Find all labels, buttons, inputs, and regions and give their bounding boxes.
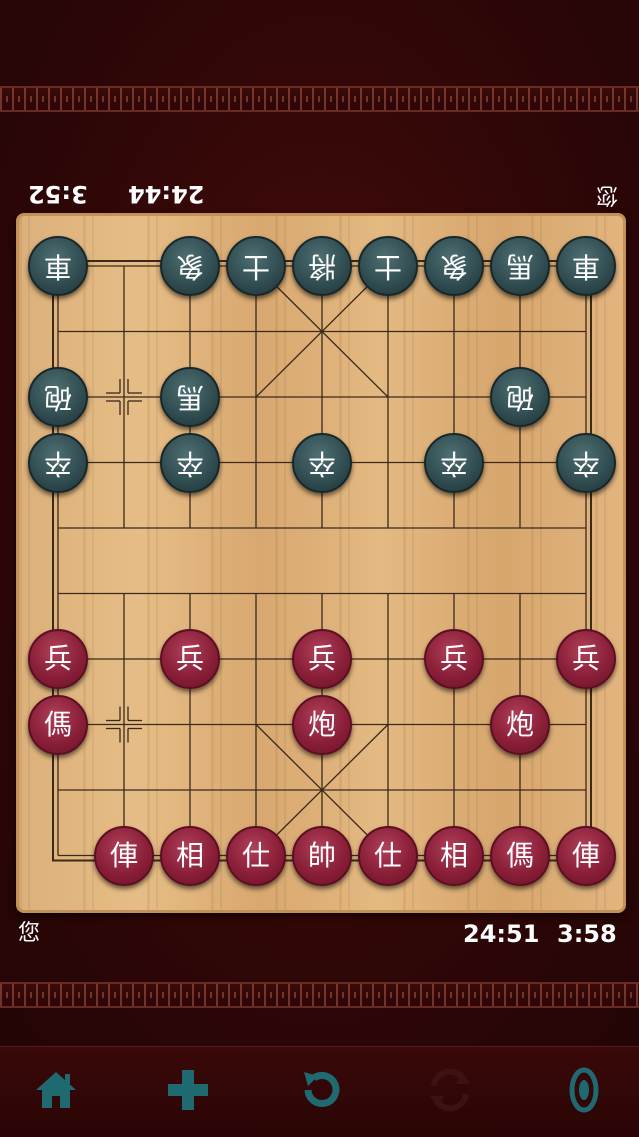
piece-glyph: 炮 bbox=[307, 707, 336, 741]
top-player-name: 您 bbox=[596, 182, 619, 207]
piece-glyph: 兵 bbox=[175, 642, 204, 675]
red-piece[interactable]: 兵 bbox=[292, 629, 352, 689]
sound-button[interactable] bbox=[552, 1060, 612, 1120]
red-piece[interactable]: 兵 bbox=[556, 629, 616, 689]
swap-icon bbox=[430, 1068, 470, 1112]
piece-glyph: 象 bbox=[439, 250, 468, 283]
black-piece[interactable]: 砲 bbox=[490, 367, 550, 427]
piece-glyph: 卒 bbox=[439, 446, 468, 480]
piece-glyph: 卒 bbox=[43, 446, 72, 480]
black-piece[interactable]: 象 bbox=[424, 236, 484, 296]
piece-glyph: 象 bbox=[175, 250, 204, 283]
black-piece[interactable]: 卒 bbox=[292, 432, 352, 493]
piece-glyph: 馬 bbox=[505, 250, 534, 283]
red-piece[interactable]: 兵 bbox=[28, 629, 88, 689]
red-piece[interactable]: 俥 bbox=[556, 825, 616, 886]
piece-glyph: 炮 bbox=[505, 707, 534, 741]
piece-glyph: 俥 bbox=[571, 838, 600, 872]
piece-glyph: 兵 bbox=[439, 642, 468, 675]
new-game-button[interactable] bbox=[158, 1060, 218, 1120]
piece-glyph: 砲 bbox=[43, 381, 72, 414]
piece-glyph: 相 bbox=[175, 838, 204, 872]
piece-glyph: 士 bbox=[373, 250, 402, 283]
bottom-move-time: 3:58 bbox=[557, 920, 617, 948]
black-piece[interactable]: 士 bbox=[358, 236, 418, 296]
red-piece[interactable]: 仕 bbox=[358, 825, 418, 886]
red-piece[interactable]: 炮 bbox=[292, 694, 352, 755]
piece-glyph: 士 bbox=[241, 250, 270, 283]
piece-glyph: 兵 bbox=[571, 642, 600, 675]
black-piece[interactable]: 士 bbox=[226, 236, 286, 296]
home-icon bbox=[36, 1072, 76, 1108]
black-piece[interactable]: 砲 bbox=[28, 367, 88, 427]
piece-glyph: 卒 bbox=[175, 446, 204, 480]
plus-icon bbox=[168, 1070, 208, 1110]
red-piece[interactable]: 帥 bbox=[292, 825, 352, 886]
black-piece[interactable]: 卒 bbox=[28, 432, 88, 493]
red-piece[interactable]: 俥 bbox=[94, 825, 154, 886]
piece-glyph: 卒 bbox=[571, 446, 600, 480]
piece-glyph: 仕 bbox=[373, 838, 402, 872]
piece-glyph: 砲 bbox=[505, 381, 534, 414]
red-piece[interactable]: 相 bbox=[424, 825, 484, 886]
bottom-total-time: 24:51 bbox=[463, 920, 540, 948]
piece-glyph: 將 bbox=[307, 250, 336, 283]
red-piece[interactable]: 仕 bbox=[226, 825, 286, 886]
piece-glyph: 帥 bbox=[307, 838, 336, 872]
piece-glyph: 俥 bbox=[109, 838, 138, 872]
piece-glyph: 兵 bbox=[43, 642, 72, 675]
undo-icon bbox=[304, 1072, 340, 1107]
piece-glyph: 馬 bbox=[175, 381, 204, 414]
black-piece[interactable]: 車 bbox=[28, 236, 88, 296]
home-button[interactable] bbox=[26, 1060, 86, 1120]
red-piece[interactable]: 傌 bbox=[28, 694, 88, 755]
black-piece[interactable]: 馬 bbox=[160, 367, 220, 427]
undo-button[interactable] bbox=[290, 1060, 350, 1120]
xiangqi-board[interactable] bbox=[16, 213, 626, 913]
piece-glyph: 車 bbox=[571, 250, 600, 283]
black-piece[interactable]: 馬 bbox=[490, 236, 550, 296]
black-piece[interactable]: 車 bbox=[556, 236, 616, 296]
piece-glyph: 仕 bbox=[241, 838, 270, 872]
black-piece[interactable]: 將 bbox=[292, 236, 352, 296]
red-piece[interactable]: 炮 bbox=[490, 694, 550, 755]
red-piece[interactable]: 兵 bbox=[424, 629, 484, 689]
black-piece[interactable]: 卒 bbox=[424, 432, 484, 493]
top-total-time: 24:44 bbox=[128, 180, 205, 208]
black-piece[interactable]: 象 bbox=[160, 236, 220, 296]
bottom-player-name: 您 bbox=[18, 921, 41, 946]
piece-glyph: 車 bbox=[43, 250, 72, 283]
decorative-border-top bbox=[0, 86, 639, 112]
piece-glyph: 傌 bbox=[505, 838, 534, 872]
piece-glyph: 卒 bbox=[307, 446, 336, 480]
black-piece[interactable]: 卒 bbox=[160, 432, 220, 493]
black-piece[interactable]: 卒 bbox=[556, 432, 616, 493]
piece-glyph: 相 bbox=[439, 838, 468, 872]
top-move-time: 3:52 bbox=[28, 180, 88, 208]
swap-button[interactable] bbox=[420, 1060, 480, 1120]
piece-glyph: 傌 bbox=[43, 707, 72, 741]
red-piece[interactable]: 兵 bbox=[160, 629, 220, 689]
decorative-border-bottom bbox=[0, 982, 639, 1008]
piece-glyph: 兵 bbox=[307, 642, 336, 675]
red-piece[interactable]: 傌 bbox=[490, 825, 550, 886]
sound-icon bbox=[569, 1067, 599, 1113]
red-piece[interactable]: 相 bbox=[160, 825, 220, 886]
